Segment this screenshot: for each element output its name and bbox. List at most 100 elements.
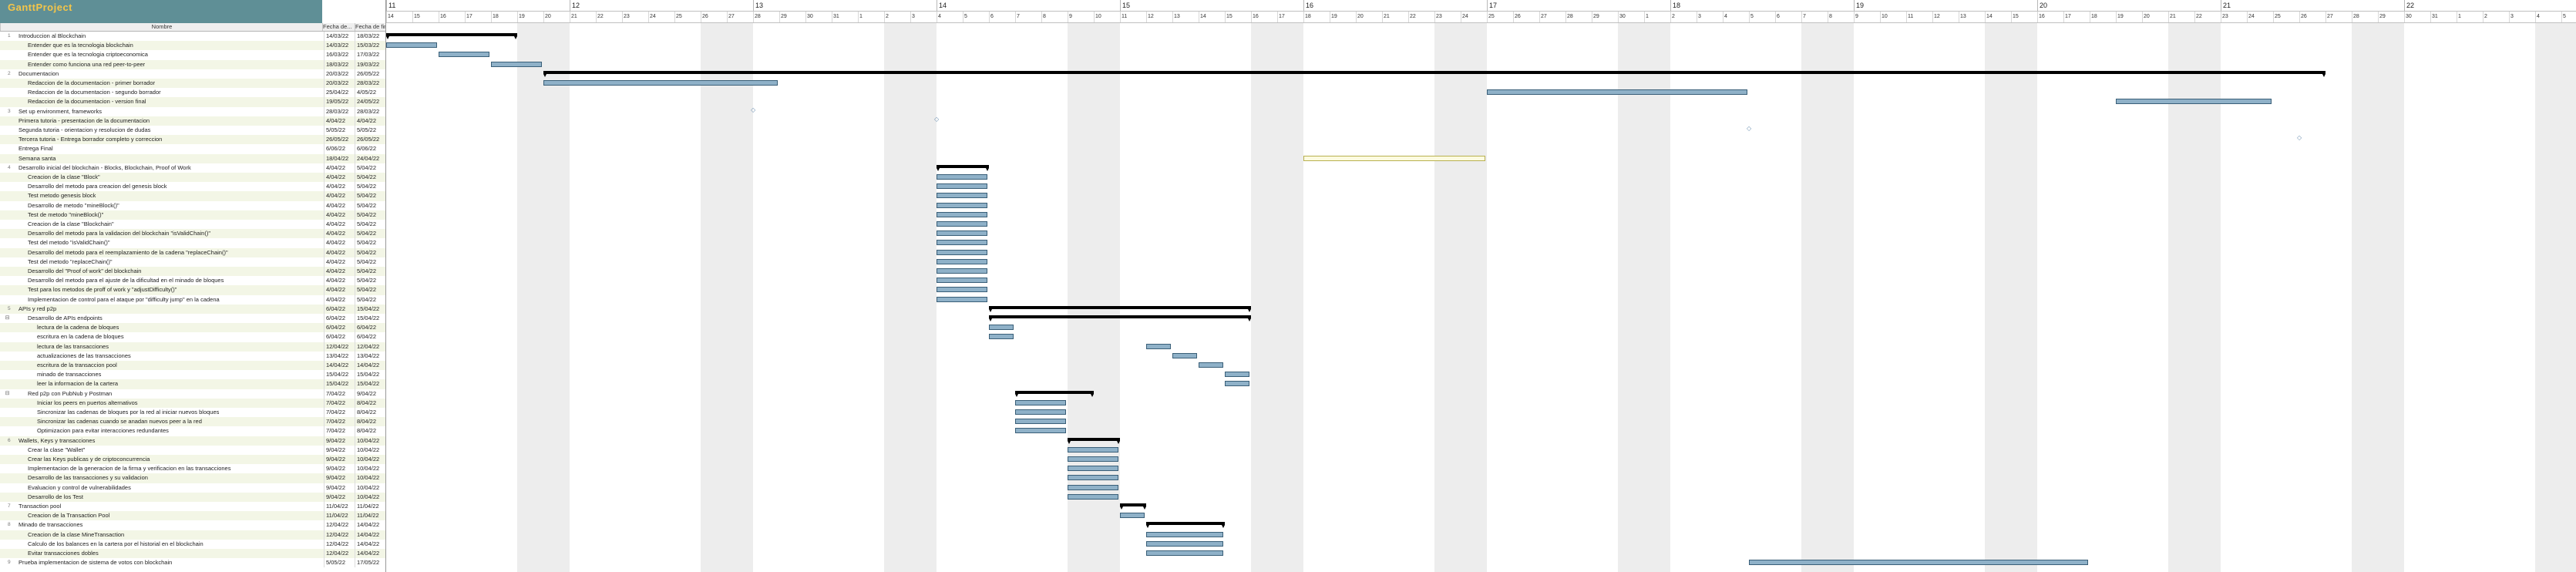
task-bar[interactable] [989, 334, 1014, 340]
task-bar[interactable] [937, 230, 987, 237]
task-row[interactable]: Semana santa 18/04/22 24/04/22 [0, 153, 385, 163]
task-row[interactable]: Redaccion de la documentacion - segundo … [0, 88, 385, 98]
task-row[interactable]: Sincronizar las cadenas de bloques por l… [0, 408, 385, 418]
task-row[interactable]: ⊟ 1 Introduccion al Blockchain 14/03/2218/0… [0, 32, 385, 42]
summary-bar[interactable] [1120, 503, 1146, 510]
task-row[interactable]: Desarrollo del "Proof of work" del block… [0, 267, 385, 277]
task-row[interactable]: leer la informacion de la cartera 15/04/2… [0, 379, 385, 389]
task-row[interactable]: Tercera tutoria - Entrega borrador compl… [0, 135, 385, 145]
task-row[interactable]: ⊟ 6 Wallets, Keys y transacciones 9/04/2210… [0, 436, 385, 446]
task-bar[interactable] [937, 221, 987, 227]
task-bar[interactable] [1487, 89, 1747, 96]
task-bar[interactable] [937, 287, 987, 293]
task-bar[interactable] [1015, 428, 1066, 434]
task-bar[interactable] [1199, 362, 1223, 368]
milestone-marker[interactable]: ◇ [2297, 134, 2302, 141]
expand-icon[interactable]: ⊞ [0, 558, 1, 567]
task-bar[interactable] [543, 80, 778, 86]
task-row[interactable]: ⊟ 5 APIs y red p2p 6/04/2215/04/22 [0, 304, 385, 314]
task-bar[interactable] [1068, 456, 1118, 462]
collapse-icon[interactable]: ⊟ [0, 436, 1, 446]
column-header-start[interactable]: Fecha de... [322, 23, 355, 31]
task-bar[interactable] [1015, 399, 1066, 405]
task-bar[interactable] [1068, 466, 1118, 472]
column-header-end[interactable]: Fecha de fin [355, 23, 385, 31]
task-bar[interactable] [937, 183, 987, 190]
task-row[interactable]: Creacion de la Transaction Pool 11/04/22 1… [0, 511, 385, 521]
task-row[interactable]: Test de metodo "mineBlock()" 4/04/22 5/04/… [0, 210, 385, 220]
task-bar[interactable] [1068, 446, 1118, 453]
task-row[interactable]: ⊟ Red p2p con PubNub y Postman 7/04/22 9/04… [0, 389, 385, 399]
task-row[interactable]: Desarrollo del metodo para el ajuste de … [0, 276, 385, 286]
holiday-bar[interactable] [1303, 155, 1485, 161]
task-bar[interactable] [937, 278, 987, 284]
task-row[interactable]: Creacion de la clase "Block" 4/04/22 5/04/… [0, 173, 385, 183]
task-bar[interactable] [1120, 513, 1145, 519]
summary-bar[interactable] [937, 164, 989, 171]
task-row[interactable]: Creacion de la clase "Blockchain" 4/04/22… [0, 220, 385, 230]
task-row[interactable]: Desarrollo del metodo para la validacion… [0, 229, 385, 239]
task-bar[interactable] [1068, 493, 1118, 500]
task-bar[interactable] [1068, 475, 1118, 481]
task-row[interactable]: Desarrollo de las transacciones y su val… [0, 473, 385, 483]
task-row[interactable]: ⊟ 2 Documentacion 20/03/2226/05/22 [0, 69, 385, 79]
task-bar[interactable] [1015, 409, 1066, 415]
task-row[interactable]: Test para los metodos de proff of work y… [0, 285, 385, 295]
task-row[interactable]: ⊞ 9 Prueba implementacion de sistema de vo… [0, 558, 385, 568]
collapse-icon[interactable]: ⊟ [0, 163, 1, 173]
task-bar[interactable] [1146, 550, 1223, 556]
summary-bar[interactable] [1068, 437, 1120, 444]
task-row[interactable]: Iniciar los peers en puertos alternativo… [0, 398, 385, 408]
task-row[interactable]: escritura de la transaccion pool 14/04/22… [0, 361, 385, 371]
task-row[interactable]: minado de transacciones 15/04/22 15/04/22 [0, 370, 385, 380]
task-bar[interactable] [2116, 99, 2272, 105]
task-row[interactable]: Evitar transacciones dobles 12/04/22 14/04… [0, 549, 385, 559]
task-bar[interactable] [937, 202, 987, 208]
task-row[interactable]: Entrega Final 6/06/22 6/06/22 [0, 144, 385, 154]
task-row[interactable]: escritura en la cadena de bloques 6/04/22… [0, 332, 385, 342]
task-row[interactable]: ⊟ 4 Desarrollo inicial del blockchain - Bl… [0, 163, 385, 173]
task-bar[interactable] [1146, 531, 1223, 537]
task-row[interactable]: Entender como funciona una red peer-to-p… [0, 59, 385, 69]
task-row[interactable]: Desarrollo del metodo para el reemplazam… [0, 247, 385, 257]
task-row[interactable]: Desarrollo de metodo "mineBlock()" 4/04/2… [0, 200, 385, 210]
task-bar[interactable] [1172, 352, 1197, 358]
task-row[interactable]: Desarrollo de los Test 9/04/22 10/04/22 [0, 492, 385, 502]
task-row[interactable]: Implementacion de control para el ataque… [0, 294, 385, 305]
task-row[interactable]: Creacion de la clase MineTransaction 12/0… [0, 530, 385, 540]
collapse-icon[interactable]: ⊟ [0, 502, 1, 511]
summary-bar[interactable] [989, 315, 1251, 321]
task-row[interactable]: Redaccion de la documentacion - primer b… [0, 79, 385, 89]
task-bar[interactable] [937, 174, 987, 180]
summary-bar[interactable] [1146, 522, 1225, 529]
collapse-icon[interactable]: ⊟ [0, 69, 1, 79]
task-bar[interactable] [989, 325, 1014, 331]
task-bar[interactable] [439, 52, 489, 58]
milestone-marker[interactable]: ◇ [751, 106, 755, 113]
task-bar[interactable] [1068, 484, 1118, 490]
task-bar[interactable] [1146, 343, 1171, 349]
summary-bar[interactable] [543, 70, 2325, 77]
task-row[interactable]: Test del metodo "replaceChain()" 4/04/22 5… [0, 257, 385, 267]
task-bar[interactable] [937, 296, 987, 302]
task-bar[interactable] [491, 61, 542, 67]
collapse-icon[interactable]: ⊟ [0, 32, 1, 41]
task-bar[interactable] [937, 240, 987, 246]
task-row[interactable]: Test del metodo "isValidChain()" 4/04/22 5… [0, 238, 385, 248]
task-bar[interactable] [937, 193, 987, 199]
task-row[interactable]: Desarrollo del metodo para creacion del … [0, 182, 385, 192]
column-header-name[interactable]: Nombre [0, 23, 323, 31]
task-bar[interactable] [937, 268, 987, 274]
task-row[interactable]: Evaluacion y control de vulnerabilidades… [0, 483, 385, 493]
task-row[interactable]: Segunda tutoria - orientacion y resoluci… [0, 126, 385, 136]
task-row[interactable]: Crear la clase "Wallet" 9/04/22 10/04/22 [0, 445, 385, 455]
summary-bar[interactable] [1015, 390, 1094, 397]
task-row[interactable]: actualizaciones de las transacciones 13/0… [0, 351, 385, 361]
task-bar[interactable] [1225, 372, 1249, 378]
task-bar[interactable] [937, 258, 987, 264]
task-bar[interactable] [1225, 381, 1249, 387]
task-row[interactable]: Redaccion de la documentacion - version … [0, 97, 385, 107]
collapse-icon[interactable]: ⊟ [0, 305, 1, 314]
collapse-icon[interactable]: ⊟ [5, 389, 10, 399]
milestone-marker[interactable]: ◇ [1747, 125, 1751, 132]
